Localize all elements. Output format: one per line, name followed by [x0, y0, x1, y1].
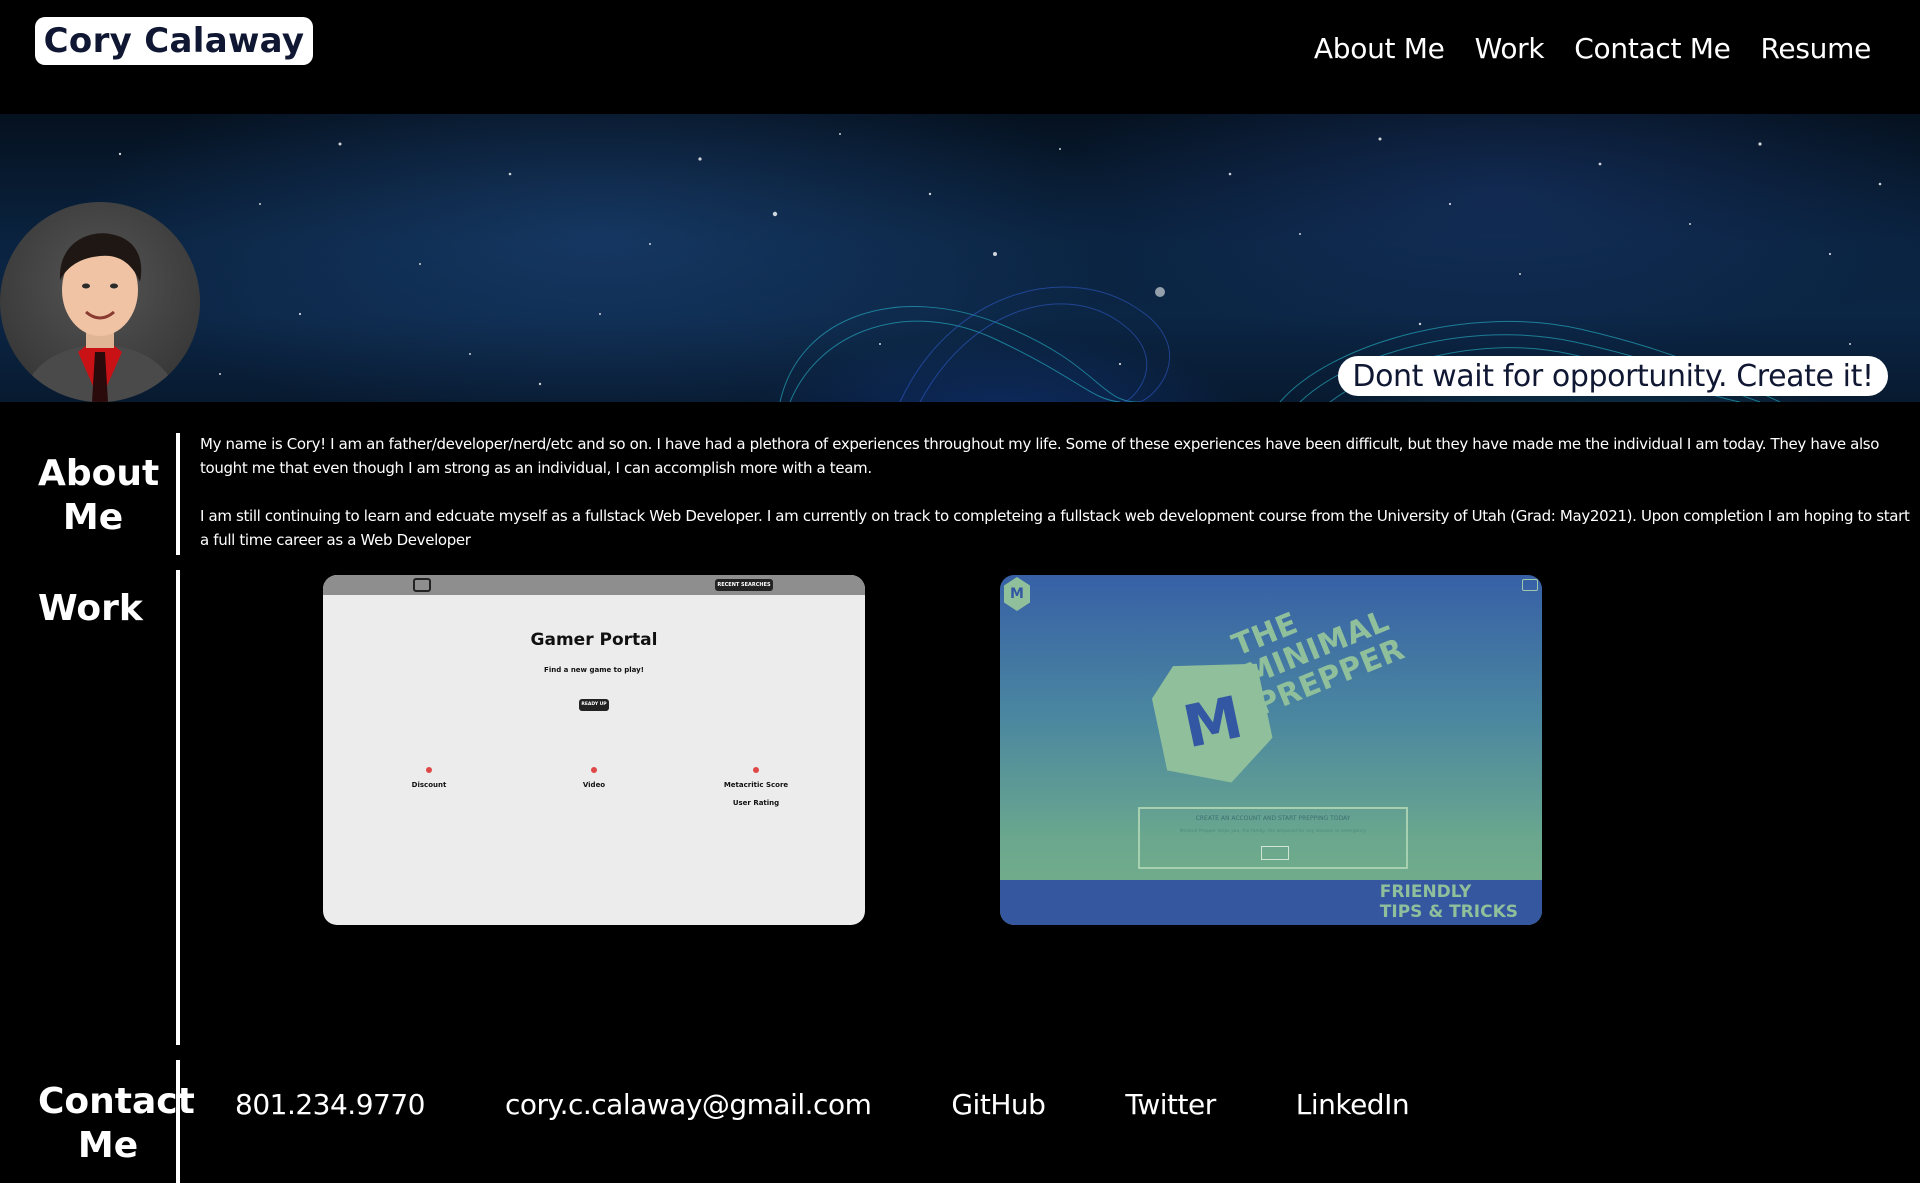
score-icon — [753, 767, 759, 773]
signup-box: CREATE AN ACCOUNT AND START PREPPING TOD… — [1138, 807, 1408, 869]
signup-heading: CREATE AN ACCOUNT AND START PREPPING TOD… — [1195, 815, 1351, 822]
gamer-portal-subtitle: Find a new game to play! — [544, 666, 644, 674]
contact-links: 801.234.9770 cory.c.calaway@gmail.com Gi… — [235, 1088, 1410, 1121]
site-header: Cory Calaway About Me Work Contact Me Re… — [0, 0, 1920, 114]
nav-contact-me[interactable]: Contact Me — [1574, 32, 1731, 65]
nav-about-me[interactable]: About Me — [1314, 32, 1445, 65]
contact-title-line1: Contact — [38, 1081, 195, 1122]
login-icon — [1522, 579, 1538, 591]
signup-text: Minimal Prepper helps you, the family, t… — [1179, 829, 1367, 834]
feature-discount: Discount — [369, 767, 489, 789]
minimal-prepper-title: THE MINIMAL PREPPER — [1227, 575, 1409, 723]
about-divider — [176, 433, 180, 555]
project-card-minimal-prepper[interactable]: M M THE MINIMAL PREPPER CREATE AN ACCOUN… — [1000, 575, 1542, 925]
phone-link[interactable]: 801.234.9770 — [235, 1088, 425, 1121]
about-section-title: About Me — [38, 452, 160, 540]
project-card-gamer-portal[interactable]: RECENT SEARCHES Gamer Portal Find a new … — [323, 575, 865, 925]
contact-divider — [176, 1060, 180, 1183]
contact-section-title: Contact Me — [38, 1080, 195, 1168]
hero-quote: Dont wait for opportunity. Create it! — [1338, 356, 1888, 396]
recent-searches-button: RECENT SEARCHES — [715, 579, 773, 591]
feature-label: Video — [582, 781, 606, 789]
nav-work[interactable]: Work — [1475, 32, 1545, 65]
tips-heading: FRIENDLY TIPS & TRICKS — [1380, 882, 1518, 922]
nav-resume[interactable]: Resume — [1761, 32, 1872, 65]
get-started-button — [1261, 846, 1289, 860]
feature-label: Metacritic Score — [723, 781, 789, 789]
search-icon — [413, 578, 431, 592]
avatar — [0, 202, 200, 402]
github-link[interactable]: GitHub — [951, 1088, 1046, 1121]
tips-line: TIPS & TRICKS — [1379, 902, 1518, 922]
video-icon — [591, 767, 597, 773]
gamer-portal-title: Gamer Portal — [530, 630, 658, 650]
minimal-prepper-logo-icon: M — [1004, 577, 1030, 611]
gamer-portal-topbar — [323, 575, 865, 595]
about-title-line1: About — [38, 453, 160, 494]
feature-label: User Rating — [732, 799, 780, 807]
contact-title-line2: Me — [77, 1125, 139, 1166]
about-paragraph: My name is Cory! I am an father/develope… — [200, 435, 1880, 477]
about-text: My name is Cory! I am an father/develope… — [200, 432, 1918, 552]
work-divider — [176, 570, 180, 1045]
discount-icon — [426, 767, 432, 773]
profile-photo-icon — [20, 233, 180, 402]
feature-scores: Metacritic Score User Rating — [696, 767, 816, 807]
about-title-line2: Me — [62, 497, 124, 538]
main-nav: About Me Work Contact Me Resume — [1314, 32, 1871, 65]
twitter-link[interactable]: Twitter — [1125, 1088, 1216, 1121]
email-link[interactable]: cory.c.calaway@gmail.com — [505, 1088, 872, 1121]
brand-name[interactable]: Cory Calaway — [35, 17, 313, 65]
work-section-title: Work — [38, 588, 143, 629]
ready-up-button: READY UP — [579, 699, 609, 711]
linkedin-link[interactable]: LinkedIn — [1296, 1088, 1410, 1121]
about-paragraph: I am still continuing to learn and edcua… — [200, 507, 1910, 549]
feature-video: Video — [534, 767, 654, 789]
tips-line: FRIENDLY — [1379, 882, 1472, 902]
feature-label: Discount — [411, 781, 447, 789]
